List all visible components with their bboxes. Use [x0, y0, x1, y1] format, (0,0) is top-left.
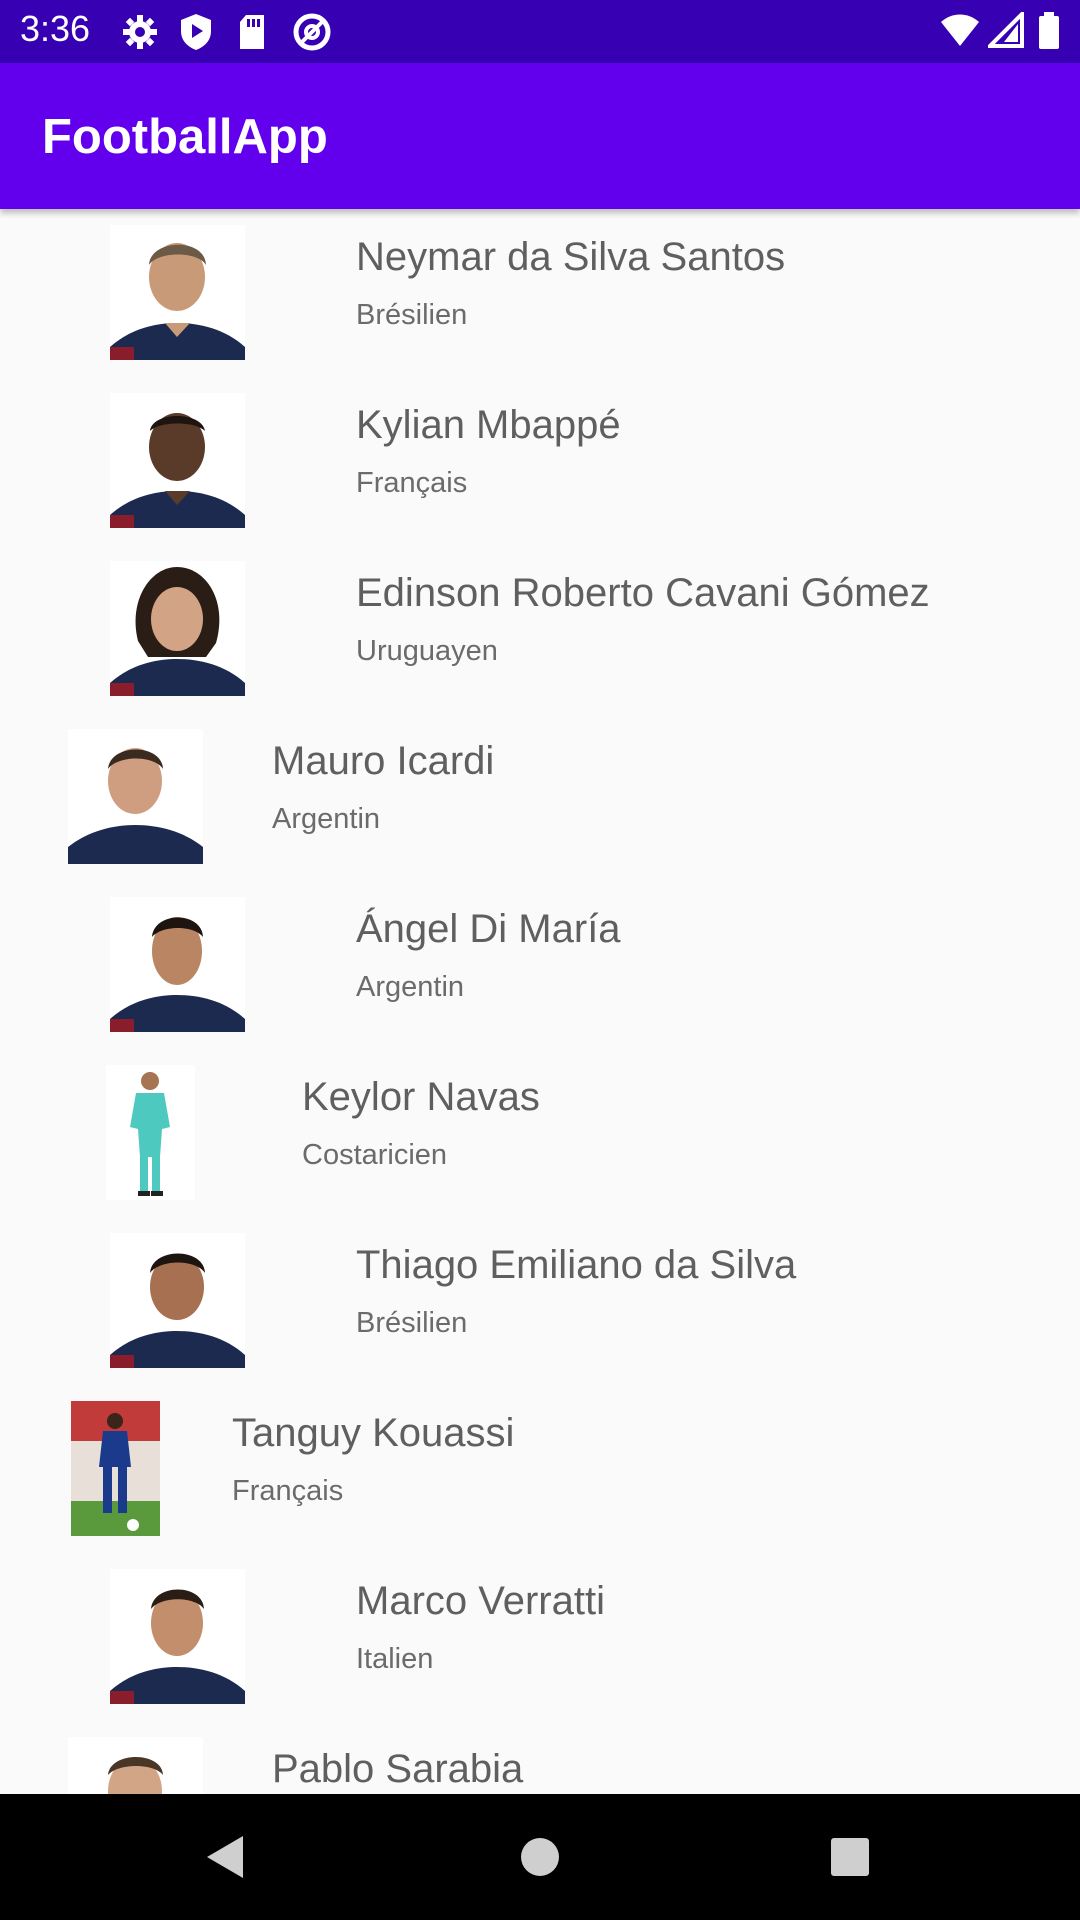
sd-card-icon [240, 15, 264, 49]
player-photo [110, 897, 245, 1032]
player-nationality: Français [232, 1475, 344, 1507]
player-row[interactable]: Neymar da Silva Santos Brésilien [0, 209, 1080, 377]
home-button[interactable] [480, 1794, 600, 1920]
player-photo [110, 1569, 245, 1704]
battery-icon [1039, 12, 1059, 49]
wifi-icon [941, 14, 979, 46]
player-name: Edinson Roberto Cavani Gómez [356, 571, 930, 615]
status-bar: 3:36 [0, 0, 1080, 63]
player-photo [110, 561, 245, 696]
player-nationality: Brésilien [356, 1307, 468, 1339]
at-sign-icon [293, 13, 331, 51]
player-photo [71, 1401, 160, 1536]
player-photo [68, 1737, 203, 1794]
player-name: Neymar da Silva Santos [356, 235, 786, 279]
player-row[interactable]: Keylor Navas Costaricien [0, 1049, 1080, 1217]
player-name: Keylor Navas [302, 1075, 540, 1119]
back-icon [207, 1836, 243, 1878]
player-nationality: Uruguayen [356, 635, 498, 667]
player-photo [106, 1065, 195, 1200]
app-title: FootballApp [42, 110, 328, 164]
player-photo [110, 225, 245, 360]
player-nationality: Français [356, 467, 468, 499]
player-nationality: Brésilien [356, 299, 468, 331]
player-row[interactable]: Thiago Emiliano da Silva Brésilien [0, 1217, 1080, 1385]
player-row[interactable]: Marco Verratti Italien [0, 1553, 1080, 1721]
player-row[interactable]: Ángel Di María Argentin [0, 881, 1080, 1049]
play-protect-icon [181, 14, 211, 50]
status-icons-right [940, 12, 1080, 52]
player-nationality: Italien [356, 1643, 434, 1675]
player-nationality: Costaricien [302, 1139, 448, 1171]
player-photo [110, 393, 245, 528]
player-row[interactable]: Kylian Mbappé Français [0, 377, 1080, 545]
player-row[interactable]: Edinson Roberto Cavani Gómez Uruguayen [0, 545, 1080, 713]
player-photo [110, 1233, 245, 1368]
player-row[interactable]: Tanguy Kouassi Français [0, 1385, 1080, 1553]
player-name: Mauro Icardi [272, 739, 495, 783]
player-list[interactable]: Neymar da Silva Santos Brésilien Kylian … [0, 209, 1080, 1794]
settings-icon [123, 15, 157, 49]
player-name: Pablo Sarabia [272, 1747, 524, 1791]
home-icon [521, 1838, 559, 1876]
app-bar: FootballApp [0, 63, 1080, 209]
player-name: Ángel Di María [356, 907, 621, 951]
signal-icon [988, 12, 1024, 48]
player-row[interactable]: Mauro Icardi Argentin [0, 713, 1080, 881]
player-nationality: Argentin [272, 803, 381, 835]
back-button[interactable] [165, 1794, 285, 1920]
player-nationality: Argentin [356, 971, 465, 1003]
player-name: Tanguy Kouassi [232, 1411, 515, 1455]
player-photo [68, 729, 203, 864]
player-name: Marco Verratti [356, 1579, 605, 1623]
player-name: Thiago Emiliano da Silva [356, 1243, 797, 1287]
player-name: Kylian Mbappé [356, 403, 621, 447]
navigation-bar [0, 1794, 1080, 1920]
player-row[interactable]: Pablo Sarabia [0, 1721, 1080, 1794]
status-time: 3:36 [20, 8, 91, 49]
recents-icon [831, 1838, 869, 1876]
recents-button[interactable] [790, 1794, 910, 1920]
